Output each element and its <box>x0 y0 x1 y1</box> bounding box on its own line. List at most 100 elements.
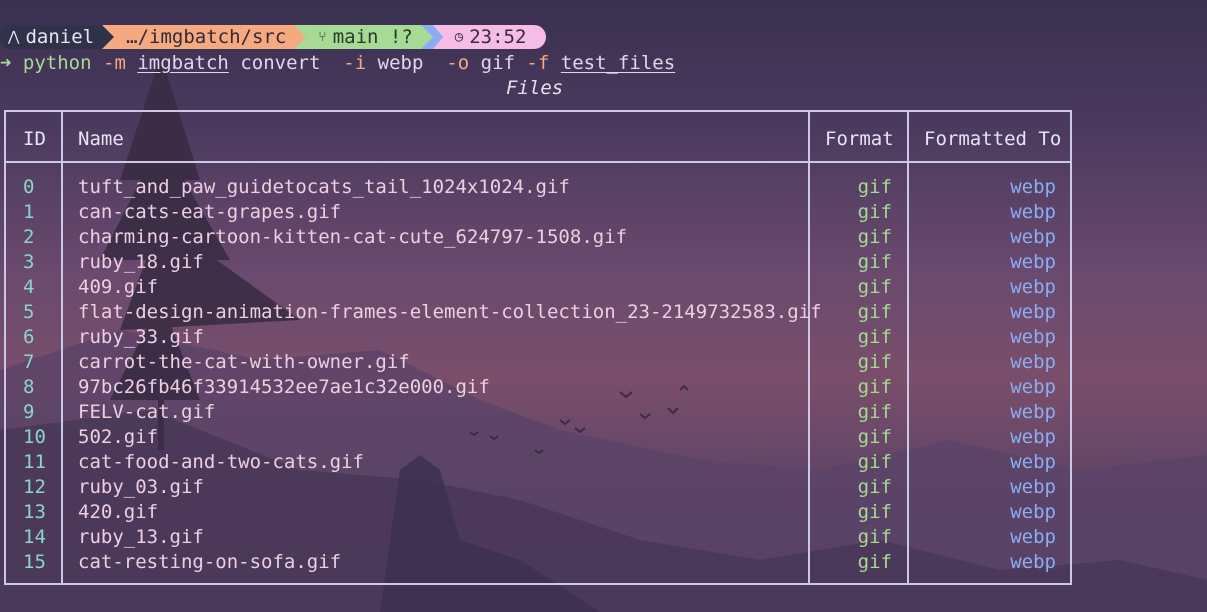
table-row: 7 carrot-the-cat-with-owner.gif gif webp <box>6 350 1070 375</box>
prompt-time-segment: ◷ 23:52 <box>442 25 547 49</box>
cell-formatted-to: webp <box>1010 451 1056 473</box>
cell-formatted-to: webp <box>1010 251 1056 273</box>
cell-name: FELV-cat.gif <box>78 401 216 423</box>
cell-id: 5 <box>23 301 35 323</box>
cell-name: 409.gif <box>78 276 159 298</box>
cell-id: 2 <box>23 226 35 248</box>
cell-formatted-to: webp <box>1010 176 1056 198</box>
cell-name: tuft_and_paw_guidetocats_tail_1024x1024.… <box>78 176 570 198</box>
cell-id: 12 <box>23 476 46 498</box>
clock-icon: ◷ <box>454 29 464 45</box>
cell-id: 4 <box>23 276 35 298</box>
prompt-branch: main !? <box>332 26 413 48</box>
table-row: 11 cat-food-and-two-cats.gif gif webp <box>6 450 1070 475</box>
cell-formatted-to: webp <box>1010 551 1056 573</box>
arch-icon: ⋀ <box>8 29 20 45</box>
separator-icon <box>432 25 443 49</box>
table-row: 3 ruby_18.gif gif webp <box>6 250 1070 275</box>
cell-formatted-to: webp <box>1010 376 1056 398</box>
cell-id: 8 <box>23 376 35 398</box>
command-flag: -i <box>343 52 367 74</box>
table-row: 8 97bc26fb46f33914532ee7ae1c32e000.gif gif… <box>6 375 1070 400</box>
cell-format: gif <box>857 501 892 523</box>
cell-formatted-to: webp <box>1010 301 1056 323</box>
cell-id: 15 <box>23 551 46 573</box>
cell-name: ruby_13.gif <box>78 526 204 548</box>
cell-formatted-to: webp <box>1010 501 1056 523</box>
prompt-arrow-icon: ➜ <box>0 52 12 74</box>
cell-formatted-to: webp <box>1010 426 1056 448</box>
table-row: 2 charming-cartoon-kitten-cat-cute_624797… <box>6 225 1070 250</box>
git-branch-icon: ⑂ <box>318 29 327 45</box>
table-row: 12 ruby_03.gif gif webp <box>6 475 1070 500</box>
cell-id: 0 <box>23 176 35 198</box>
cell-name: ruby_33.gif <box>78 326 204 348</box>
separator-icon <box>420 25 433 49</box>
cell-name: can-cats-eat-grapes.gif <box>78 201 342 223</box>
command-subcommand: convert <box>240 52 321 74</box>
table-row: 6 ruby_33.gif gif webp <box>6 325 1070 350</box>
cell-id: 6 <box>23 326 35 348</box>
cell-formatted-to: webp <box>1010 351 1056 373</box>
cell-format: gif <box>857 551 892 573</box>
cell-id: 13 <box>23 501 46 523</box>
cell-format: gif <box>857 251 892 273</box>
cell-format: gif <box>857 276 892 298</box>
table-row: 0 tuft_and_paw_guidetocats_tail_1024x1024… <box>6 175 1070 200</box>
cell-format: gif <box>857 526 892 548</box>
table-caption: Files <box>506 77 564 99</box>
header-divider <box>6 161 1070 163</box>
cell-name: charming-cartoon-kitten-cat-cute_624797-… <box>78 226 628 248</box>
table-row: 9 FELV-cat.gif gif webp <box>6 400 1070 425</box>
prompt-user-segment: ⋀ daniel <box>0 25 103 49</box>
cell-formatted-to: webp <box>1010 201 1056 223</box>
shell-prompt: ⋀ daniel …/imgbatch/src ⑂ main !? ◷ 23:52 <box>0 24 547 50</box>
table-row: 1 can-cats-eat-grapes.gif gif webp <box>6 200 1070 225</box>
cell-format: gif <box>857 226 892 248</box>
cell-name: 420.gif <box>78 501 159 523</box>
terminal[interactable]: ⋀ daniel …/imgbatch/src ⑂ main !? ◷ 23:52 ➜… <box>0 0 1207 612</box>
prompt-time: 23:52 <box>469 26 527 48</box>
cell-formatted-to: webp <box>1010 226 1056 248</box>
cell-format: gif <box>857 351 892 373</box>
cell-name: 502.gif <box>78 426 159 448</box>
command-module: imgbatch <box>137 52 229 74</box>
cell-name: 97bc26fb46f33914532ee7ae1c32e000.gif <box>78 376 490 398</box>
table-row: 15 cat-resting-on-sofa.gif gif webp <box>6 550 1070 575</box>
cell-id: 1 <box>23 201 35 223</box>
separator-icon <box>294 25 307 49</box>
cell-formatted-to: webp <box>1010 476 1056 498</box>
cell-formatted-to: webp <box>1010 326 1056 348</box>
cell-format: gif <box>857 476 892 498</box>
cell-id: 9 <box>23 401 35 423</box>
cell-name: ruby_18.gif <box>78 251 204 273</box>
header-id: ID <box>23 128 46 150</box>
files-table: ID Name Format Formatted To 0 tuft_and_pa… <box>4 110 1072 585</box>
cell-id: 14 <box>23 526 46 548</box>
command-flag: -f <box>526 52 550 74</box>
cell-id: 11 <box>23 451 46 473</box>
cell-format: gif <box>857 451 892 473</box>
cell-formatted-to: webp <box>1010 276 1056 298</box>
header-format: Format <box>825 128 894 150</box>
prompt-user: daniel <box>25 26 95 48</box>
header-formatted-to: Formatted To <box>924 128 1062 150</box>
command-flag: -m <box>103 52 126 74</box>
command-flag: -o <box>446 52 470 74</box>
cell-name: cat-resting-on-sofa.gif <box>78 551 342 573</box>
cell-name: flat-design-animation-frames-element-col… <box>78 301 822 323</box>
command-binary: python <box>22 52 92 74</box>
cell-format: gif <box>857 401 892 423</box>
command-line: ➜ python -m imgbatch convert -i webp -o … <box>0 51 675 75</box>
cell-format: gif <box>857 176 892 198</box>
cell-format: gif <box>857 376 892 398</box>
command-input-format: webp <box>377 52 424 74</box>
cell-id: 7 <box>23 351 35 373</box>
cell-name: ruby_03.gif <box>78 476 204 498</box>
command-folder: test_files <box>560 52 676 74</box>
prompt-path-segment: …/imgbatch/src <box>114 25 295 49</box>
cell-formatted-to: webp <box>1010 401 1056 423</box>
prompt-path: …/imgbatch/src <box>126 26 287 48</box>
table-row: 13 420.gif gif webp <box>6 500 1070 525</box>
table-row: 5 flat-design-animation-frames-element-co… <box>6 300 1070 325</box>
